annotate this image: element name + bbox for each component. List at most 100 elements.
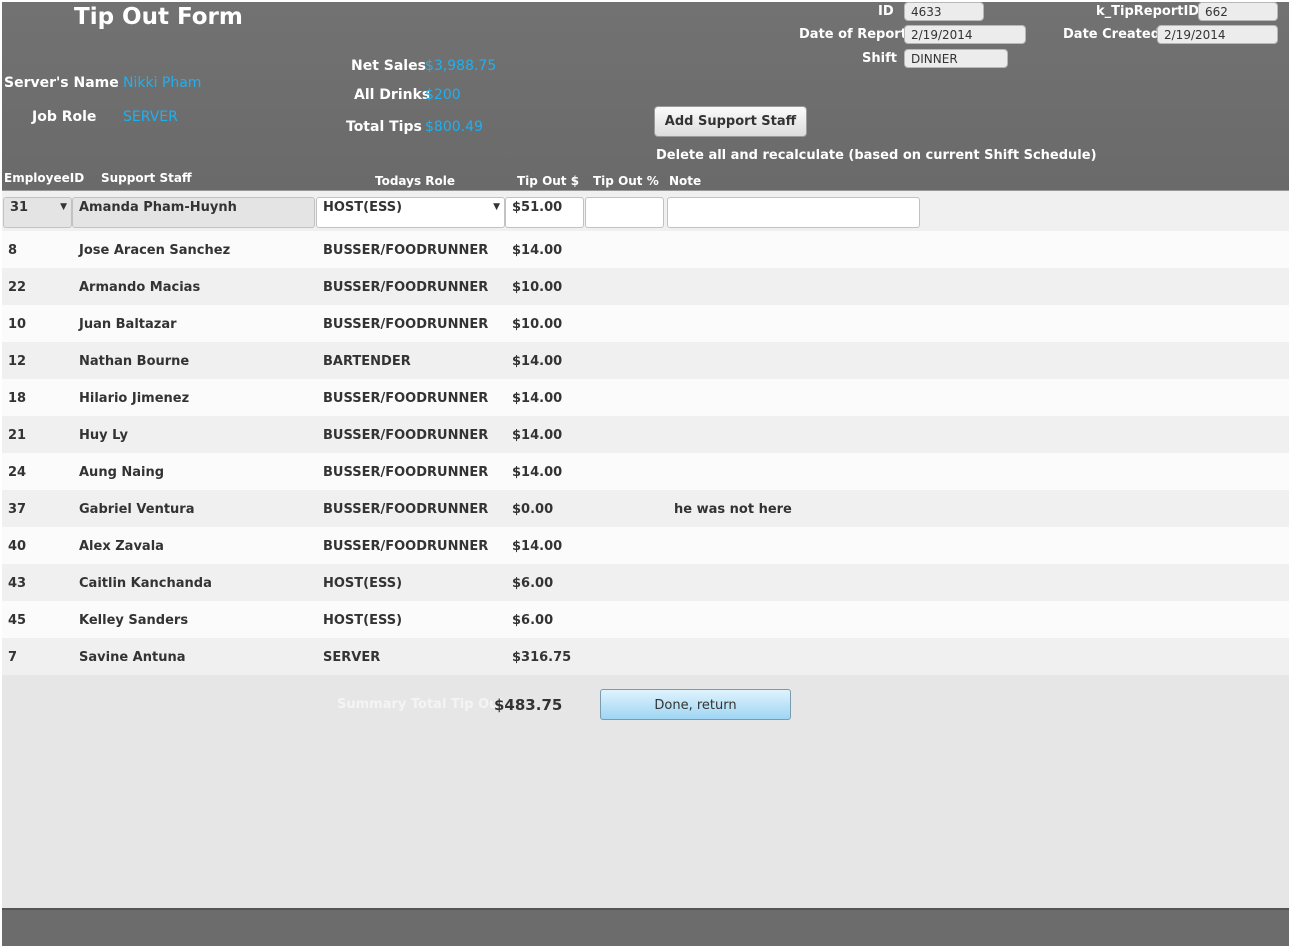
col-support-staff: Support Staff bbox=[101, 171, 192, 185]
support-staff-cell: Armando Macias bbox=[79, 280, 201, 295]
table-row[interactable]: 40 Alex Zavala BUSSER/FOODRUNNER $14.00 bbox=[2, 527, 1289, 564]
support-staff-field[interactable]: Amanda Pham-Huynh bbox=[72, 197, 315, 228]
footer-bar bbox=[2, 908, 1289, 946]
todays-role-cell: BUSSER/FOODRUNNER bbox=[323, 391, 489, 406]
server-name-label: Server's Name bbox=[4, 75, 119, 91]
date-of-report-field[interactable]: 2/19/2014 bbox=[904, 25, 1026, 44]
table-row[interactable]: 37 Gabriel Ventura BUSSER/FOODRUNNER $0.00 h… bbox=[2, 490, 1289, 527]
table-row[interactable]: 12 Nathan Bourne BARTENDER $14.00 bbox=[2, 342, 1289, 379]
shift-field[interactable]: DINNER bbox=[904, 49, 1008, 68]
total-tips-label: Total Tips bbox=[346, 119, 422, 135]
table-row[interactable]: 7 Savine Antuna SERVER $316.75 bbox=[2, 638, 1289, 675]
all-drinks-value: $200 bbox=[425, 87, 461, 103]
summary-total-value: $483.75 bbox=[494, 696, 563, 714]
support-staff-cell: Alex Zavala bbox=[79, 539, 164, 554]
employee-id-cell: 12 bbox=[8, 354, 27, 369]
table-row[interactable]: 24 Aung Naing BUSSER/FOODRUNNER $14.00 bbox=[2, 453, 1289, 490]
table-row-editable: 31 ▼ Amanda Pham-Huynh HOST(ESS) ▼ $51.0… bbox=[2, 195, 1289, 231]
employee-id-select[interactable]: 31 ▼ bbox=[3, 197, 72, 228]
todays-role-cell: BUSSER/FOODRUNNER bbox=[323, 539, 489, 554]
tip-out-dollar-cell: $14.00 bbox=[512, 465, 563, 480]
tip-report-id-field[interactable]: 662 bbox=[1198, 2, 1278, 21]
table-row[interactable]: 21 Huy Ly BUSSER/FOODRUNNER $14.00 bbox=[2, 416, 1289, 453]
employee-id-cell: 40 bbox=[8, 539, 27, 554]
staff-table: 31 ▼ Amanda Pham-Huynh HOST(ESS) ▼ $51.0… bbox=[2, 195, 1289, 675]
todays-role-cell: BUSSER/FOODRUNNER bbox=[323, 243, 489, 258]
employee-id-cell: 22 bbox=[8, 280, 27, 295]
add-support-staff-button[interactable]: Add Support Staff bbox=[654, 106, 807, 137]
employee-id-cell: 43 bbox=[8, 576, 27, 591]
col-tip-out-pct: Tip Out % bbox=[593, 174, 659, 188]
employee-id-cell: 37 bbox=[8, 502, 27, 517]
employee-id-cell: 18 bbox=[8, 391, 27, 406]
tip-out-dollar-cell: $14.00 bbox=[512, 243, 563, 258]
support-staff-cell: Savine Antuna bbox=[79, 650, 186, 665]
shift-label: Shift bbox=[862, 51, 897, 66]
tip-out-form: Tip Out Form Server's Name Nikki Pham Jo… bbox=[2, 2, 1289, 946]
date-created-field[interactable]: 2/19/2014 bbox=[1157, 25, 1278, 44]
table-body: 8 Jose Aracen Sanchez BUSSER/FOODRUNNER $14… bbox=[2, 231, 1289, 675]
employee-id-cell: 24 bbox=[8, 465, 27, 480]
done-return-button[interactable]: Done, return bbox=[600, 689, 791, 720]
job-role-label: Job Role bbox=[32, 109, 97, 125]
id-field[interactable]: 4633 bbox=[904, 2, 984, 21]
employee-id-value: 31 bbox=[10, 200, 29, 215]
table-row[interactable]: 18 Hilario Jimenez BUSSER/FOODRUNNER $14.00 bbox=[2, 379, 1289, 416]
tip-out-dollar-cell: $14.00 bbox=[512, 354, 563, 369]
employee-id-cell: 10 bbox=[8, 317, 27, 332]
table-row[interactable]: 10 Juan Baltazar BUSSER/FOODRUNNER $10.00 bbox=[2, 305, 1289, 342]
all-drinks-label: All Drinks bbox=[354, 87, 431, 103]
todays-role-select[interactable]: HOST(ESS) ▼ bbox=[316, 197, 505, 228]
job-role-value: SERVER bbox=[123, 109, 178, 125]
support-staff-cell: Huy Ly bbox=[79, 428, 129, 443]
support-staff-cell: Jose Aracen Sanchez bbox=[79, 243, 231, 258]
employee-id-cell: 7 bbox=[8, 650, 18, 665]
support-staff-cell: Kelley Sanders bbox=[79, 613, 189, 628]
todays-role-cell: HOST(ESS) bbox=[323, 576, 403, 591]
total-tips-value: $800.49 bbox=[425, 119, 483, 135]
tip-out-dollar-cell: $14.00 bbox=[512, 391, 563, 406]
note-input[interactable] bbox=[667, 197, 920, 228]
table-row[interactable]: 8 Jose Aracen Sanchez BUSSER/FOODRUNNER $14… bbox=[2, 231, 1289, 268]
table-row[interactable]: 22 Armando Macias BUSSER/FOODRUNNER $10.00 bbox=[2, 268, 1289, 305]
tip-out-pct-input[interactable] bbox=[585, 197, 664, 228]
tip-out-dollar-cell: $6.00 bbox=[512, 613, 554, 628]
todays-role-cell: HOST(ESS) bbox=[323, 613, 403, 628]
tip-out-dollar-cell: $10.00 bbox=[512, 280, 563, 295]
tip-out-dollar-cell: $10.00 bbox=[512, 317, 563, 332]
net-sales-label: Net Sales bbox=[351, 58, 426, 74]
summary-total-label: Summary Total Tip Out bbox=[337, 697, 505, 712]
todays-role-cell: BUSSER/FOODRUNNER bbox=[323, 280, 489, 295]
support-staff-cell: Hilario Jimenez bbox=[79, 391, 190, 406]
employee-id-cell: 45 bbox=[8, 613, 27, 628]
net-sales-value: $3,988.75 bbox=[425, 58, 497, 74]
support-staff-cell: Nathan Bourne bbox=[79, 354, 190, 369]
table-row[interactable]: 45 Kelley Sanders HOST(ESS) $6.00 bbox=[2, 601, 1289, 638]
table-row[interactable]: 43 Caitlin Kanchanda HOST(ESS) $6.00 bbox=[2, 564, 1289, 601]
page-title: Tip Out Form bbox=[74, 4, 243, 30]
todays-role-cell: BUSSER/FOODRUNNER bbox=[323, 502, 489, 517]
col-note: Note bbox=[669, 174, 702, 188]
tip-out-dollar-cell: $6.00 bbox=[512, 576, 554, 591]
tip-out-dollar-cell: $316.75 bbox=[512, 650, 572, 665]
tip-report-id-label: k_TipReportID bbox=[1096, 4, 1200, 19]
tip-out-dollar-input[interactable]: $51.00 bbox=[505, 197, 584, 228]
id-label: ID bbox=[878, 4, 894, 19]
server-name-value: Nikki Pham bbox=[123, 75, 202, 91]
support-staff-cell: Aung Naing bbox=[79, 465, 165, 480]
dropdown-arrow-icon[interactable]: ▼ bbox=[60, 202, 67, 212]
support-staff-cell: Gabriel Ventura bbox=[79, 502, 195, 517]
todays-role-cell: BUSSER/FOODRUNNER bbox=[323, 428, 489, 443]
todays-role-cell: BARTENDER bbox=[323, 354, 411, 369]
delete-recalculate-link[interactable]: Delete all and recalculate (based on cur… bbox=[656, 148, 1097, 163]
todays-role-cell: BUSSER/FOODRUNNER bbox=[323, 465, 489, 480]
dropdown-arrow-icon[interactable]: ▼ bbox=[493, 202, 500, 212]
todays-role-cell: SERVER bbox=[323, 650, 381, 665]
tip-out-dollar-cell: $14.00 bbox=[512, 428, 563, 443]
support-staff-cell: Juan Baltazar bbox=[79, 317, 177, 332]
note-cell: he was not here bbox=[674, 502, 792, 517]
col-todays-role: Todays Role bbox=[375, 174, 456, 188]
todays-role-value: HOST(ESS) bbox=[323, 200, 403, 215]
date-of-report-label: Date of Report bbox=[799, 27, 907, 42]
support-staff-cell: Caitlin Kanchanda bbox=[79, 576, 212, 591]
